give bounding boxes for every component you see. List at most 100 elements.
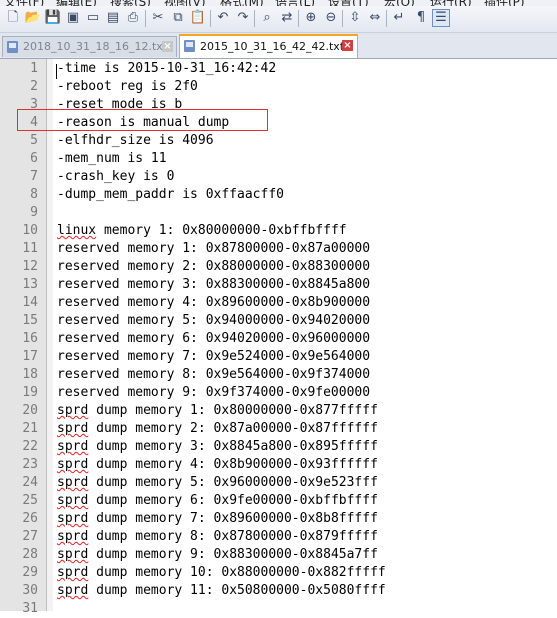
line-number: 16 bbox=[22, 331, 38, 346]
editor-line[interactable]: 14 reserved memory 4: 0x89600000-0x8b9000… bbox=[0, 294, 557, 312]
line-number: 6 bbox=[30, 151, 38, 166]
editor-line[interactable]: 18 reserved memory 8: 0x9e564000-0x9f3740… bbox=[0, 366, 557, 384]
line-text: reserved memory 6: 0x94020000-0x96000000 bbox=[57, 331, 371, 346]
line-text: sprd dump memory 5: 0x96000000-0x9e523ff… bbox=[57, 475, 378, 490]
editor-line[interactable]: 8 -dump_mem_paddr is 0xffaacff0 bbox=[0, 186, 557, 204]
editor-line[interactable]: 28 sprd dump memory 9: 0x88300000-0x8845a… bbox=[0, 546, 557, 564]
editor-line[interactable]: 10 linux memory 1: 0x80000000-0xbffbffff bbox=[0, 222, 557, 240]
line-number: 2 bbox=[30, 79, 38, 94]
editor-line[interactable]: 21 sprd dump memory 2: 0x87a00000-0x87fff… bbox=[0, 420, 557, 438]
editor-line[interactable]: 24 sprd dump memory 5: 0x96000000-0x9e523… bbox=[0, 474, 557, 492]
new-file-icon[interactable]: 🗋 bbox=[4, 9, 22, 27]
editor-line[interactable]: 20 sprd dump memory 1: 0x80000000-0x877ff… bbox=[0, 402, 557, 420]
line-number: 19 bbox=[22, 385, 38, 400]
line-text: sprd dump memory 3: 0x8845a800-0x895ffff… bbox=[57, 439, 378, 454]
spellcheck-word: sprd bbox=[57, 529, 89, 544]
spellcheck-word: sprd bbox=[57, 583, 89, 598]
editor-line[interactable]: 7 -crash_key is 0 bbox=[0, 168, 557, 186]
open-file-icon[interactable]: 📂 bbox=[24, 9, 42, 27]
editor-line[interactable]: 19 reserved memory 9: 0x9f374000-0x9fe000… bbox=[0, 384, 557, 402]
editor-line[interactable]: 27 sprd dump memory 8: 0x87800000-0x879ff… bbox=[0, 528, 557, 546]
toolbar-separator bbox=[298, 10, 299, 27]
line-number: 9 bbox=[30, 205, 38, 220]
editor-line[interactable]: 25 sprd dump memory 6: 0x9fe00000-0xbffbf… bbox=[0, 492, 557, 510]
spellcheck-word: sprd bbox=[57, 457, 89, 472]
sync-h-icon[interactable]: ⇔ bbox=[366, 9, 384, 27]
find-icon[interactable]: ⌕ bbox=[258, 9, 276, 27]
editor-line[interactable]: 17 reserved memory 7: 0x9e524000-0x9e5640… bbox=[0, 348, 557, 366]
redo-icon[interactable]: ↷ bbox=[234, 9, 252, 27]
paste-icon[interactable]: 📋 bbox=[189, 9, 207, 27]
editor-line[interactable]: 11 reserved memory 1: 0x87800000-0x87a000… bbox=[0, 240, 557, 258]
line-number: 12 bbox=[22, 259, 38, 274]
line-text: reserved memory 1: 0x87800000-0x87a00000 bbox=[57, 241, 371, 256]
line-number: 26 bbox=[22, 511, 38, 526]
editor-line[interactable]: 2 -reboot reg is 2f0 bbox=[0, 78, 557, 96]
undo-icon[interactable]: ↶ bbox=[214, 9, 232, 27]
print-icon[interactable]: ⎙ bbox=[124, 9, 142, 27]
save-all-icon[interactable]: ▣ bbox=[64, 9, 82, 27]
close-tab-icon[interactable]: × bbox=[342, 40, 353, 51]
tab-2018-10-31-18-16-12[interactable]: 2018_10_31_18_16_12.txt × bbox=[2, 36, 177, 57]
editor-line[interactable]: 1 -time is 2015-10-31_16:42:42 bbox=[0, 60, 557, 78]
sync-v-icon[interactable]: ⇳ bbox=[346, 9, 364, 27]
editor-line[interactable]: 23 sprd dump memory 4: 0x8b900000-0x93fff… bbox=[0, 456, 557, 474]
line-number: 21 bbox=[22, 421, 38, 436]
line-number: 13 bbox=[22, 277, 38, 292]
show-all-chars-icon[interactable]: ¶ bbox=[412, 9, 430, 27]
editor-line[interactable]: 15 reserved memory 5: 0x94000000-0x940200… bbox=[0, 312, 557, 330]
line-number: 11 bbox=[22, 241, 38, 256]
tab-label: 2018_10_31_18_16_12.txt bbox=[23, 40, 168, 53]
line-number: 25 bbox=[22, 493, 38, 508]
line-text: sprd dump memory 9: 0x88300000-0x8845a7f… bbox=[57, 547, 378, 562]
line-number: 18 bbox=[22, 367, 38, 382]
editor-line[interactable]: 31 bbox=[0, 600, 557, 618]
line-text: -mem_num is 11 bbox=[57, 151, 167, 166]
copy-icon[interactable]: ⧉ bbox=[169, 9, 187, 27]
line-text: -reset mode is b bbox=[57, 97, 183, 112]
word-wrap-icon[interactable]: ↵ bbox=[390, 9, 408, 27]
indent-guide-icon[interactable]: ☰ bbox=[432, 9, 450, 27]
line-number: 5 bbox=[30, 133, 38, 148]
editor-line[interactable]: 5 -elfhdr_size is 4096 bbox=[0, 132, 557, 150]
line-text: reserved memory 3: 0x88300000-0x8845a800 bbox=[57, 277, 371, 292]
file-icon bbox=[184, 40, 195, 52]
line-number: 10 bbox=[22, 223, 38, 238]
line-number: 4 bbox=[30, 115, 38, 130]
editor-line[interactable]: 30 sprd dump memory 11: 0x50800000-0x5080… bbox=[0, 582, 557, 600]
spellcheck-word: sprd bbox=[57, 421, 89, 436]
close-all-icon[interactable]: ▤ bbox=[104, 9, 122, 27]
line-number: 1 bbox=[30, 61, 38, 76]
line-number: 27 bbox=[22, 529, 38, 544]
zoom-out-icon[interactable]: ⊖ bbox=[322, 9, 340, 27]
spellcheck-word: sprd bbox=[57, 475, 89, 490]
line-number: 17 bbox=[22, 349, 38, 364]
close-tab-icon[interactable]: × bbox=[162, 41, 173, 52]
line-text: sprd dump memory 6: 0x9fe00000-0xbffbfff… bbox=[57, 493, 378, 508]
editor-line[interactable]: 3 -reset mode is b bbox=[0, 96, 557, 114]
editor-line[interactable]: 16 reserved memory 6: 0x94020000-0x960000… bbox=[0, 330, 557, 348]
editor-line[interactable]: 9 bbox=[0, 204, 557, 222]
editor-pane[interactable]: 1 -time is 2015-10-31_16:42:42 2 -reboot re… bbox=[0, 59, 557, 616]
line-text: -elfhdr_size is 4096 bbox=[57, 133, 214, 148]
editor-line[interactable]: 13 reserved memory 3: 0x88300000-0x8845a8… bbox=[0, 276, 557, 294]
save-icon[interactable]: 💾 bbox=[44, 9, 62, 27]
editor-line[interactable]: 6 -mem_num is 11 bbox=[0, 150, 557, 168]
line-text: reserved memory 4: 0x89600000-0x8b900000 bbox=[57, 295, 371, 310]
editor-line[interactable]: 29 sprd dump memory 10: 0x88000000-0x882f… bbox=[0, 564, 557, 582]
editor-line[interactable]: 26 sprd dump memory 7: 0x89600000-0x8b8ff… bbox=[0, 510, 557, 528]
line-number: 3 bbox=[30, 97, 38, 112]
spellcheck-word: sprd bbox=[57, 565, 89, 580]
zoom-in-icon[interactable]: ⊕ bbox=[302, 9, 320, 27]
text-cursor bbox=[56, 64, 57, 79]
tab-2015-10-31-16-42-42[interactable]: 2015_10_31_16_42_42.txt × bbox=[179, 34, 358, 58]
spellcheck-word: sprd bbox=[57, 493, 89, 508]
cut-icon[interactable]: ✂ bbox=[149, 9, 167, 27]
editor-line[interactable]: 4 -reason is manual dump bbox=[0, 114, 557, 132]
line-number: 24 bbox=[22, 475, 38, 490]
close-icon[interactable]: ▭ bbox=[84, 9, 102, 27]
editor-line[interactable]: 12 reserved memory 2: 0x88000000-0x883000… bbox=[0, 258, 557, 276]
editor-line[interactable]: 22 sprd dump memory 3: 0x8845a800-0x895ff… bbox=[0, 438, 557, 456]
line-text: reserved memory 2: 0x88000000-0x88300000 bbox=[57, 259, 371, 274]
replace-icon[interactable]: ⇄ bbox=[278, 9, 296, 27]
